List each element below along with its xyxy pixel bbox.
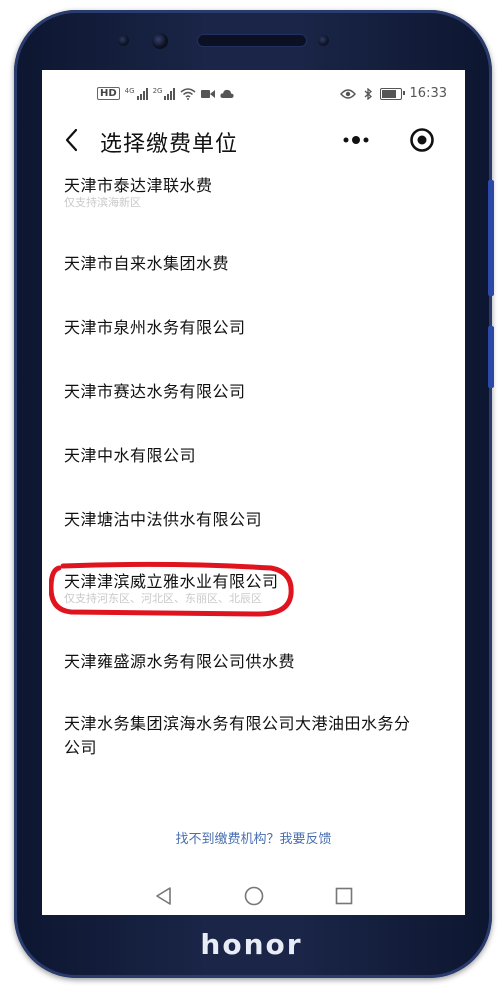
company-item[interactable]: 天津市泰达津联水费 仅支持滨海新区 <box>64 174 444 210</box>
company-name: 天津津滨威立雅水业有限公司 <box>64 572 279 591</box>
company-item[interactable]: 天津中水有限公司 <box>64 444 444 468</box>
status-bar: HD 4G 2G 16:33 <box>42 70 465 114</box>
company-item[interactable]: 天津水务集团滨海水务有限公司大港油田水务分公司 <box>64 712 414 760</box>
square-recents-icon <box>335 887 353 905</box>
signal-icon <box>136 87 148 100</box>
bluetooth-icon <box>364 87 372 100</box>
company-item[interactable]: 天津市泉州水务有限公司 <box>64 316 444 340</box>
system-recents-button[interactable] <box>332 884 356 908</box>
brand-logo: honor <box>200 928 303 961</box>
sensor-dot <box>118 35 129 46</box>
company-item-highlighted[interactable]: 天津津滨威立雅水业有限公司 仅支持河东区、河北区、东丽区、北辰区 <box>64 570 444 606</box>
volume-button <box>488 180 494 296</box>
more-dots-icon <box>343 136 369 144</box>
battery-icon <box>379 87 405 100</box>
network-type-label: 2G <box>152 87 163 95</box>
power-button <box>488 326 494 388</box>
nav-bar: 选择缴费单位 <box>42 116 465 164</box>
system-back-button[interactable] <box>152 884 176 908</box>
system-home-button[interactable] <box>242 884 266 908</box>
clock: 16:33 <box>409 86 447 101</box>
eye-icon <box>339 88 356 99</box>
company-note: 仅支持河东区、河北区、东丽区、北辰区 <box>64 592 262 605</box>
company-name: 天津市赛达水务有限公司 <box>64 382 246 401</box>
video-icon <box>201 89 216 98</box>
close-miniprogram-button[interactable] <box>408 126 436 154</box>
feedback-link[interactable]: 找不到缴费机构？我要反馈 <box>42 828 465 847</box>
screen: HD 4G 2G 16:33 选择缴费单位 天津市泰达津联水费 仅支持滨海新区 … <box>42 70 465 915</box>
triangle-back-icon <box>156 887 171 905</box>
network-type-label: 4G <box>124 87 135 95</box>
company-item[interactable]: 天津雍盛源水务有限公司供水费 <box>64 650 444 674</box>
front-camera <box>152 33 168 49</box>
company-name: 天津中水有限公司 <box>64 446 197 465</box>
page-title: 选择缴费单位 <box>100 132 239 157</box>
back-button[interactable] <box>60 126 84 154</box>
company-name: 天津水务集团滨海水务有限公司大港油田水务分公司 <box>64 714 411 757</box>
company-name: 天津塘沽中法供水有限公司 <box>64 510 263 529</box>
chevron-left-icon <box>65 128 78 152</box>
system-navigation-bar <box>42 878 465 914</box>
company-item[interactable]: 天津市自来水集团水费 <box>64 252 444 276</box>
company-note: 仅支持滨海新区 <box>64 196 141 209</box>
target-icon <box>410 128 434 152</box>
signal-icon <box>164 87 176 100</box>
hd-voice-icon: HD <box>97 87 120 100</box>
company-name: 天津市泉州水务有限公司 <box>64 318 246 337</box>
company-item[interactable]: 天津市赛达水务有限公司 <box>64 380 444 404</box>
company-item[interactable]: 天津塘沽中法供水有限公司 <box>64 508 444 532</box>
company-name: 天津市泰达津联水费 <box>64 176 213 195</box>
cloud-icon <box>220 89 235 98</box>
wifi-icon <box>180 87 196 100</box>
more-options-button[interactable] <box>340 130 372 150</box>
company-name: 天津雍盛源水务有限公司供水费 <box>64 652 296 671</box>
circle-home-icon <box>244 886 264 906</box>
sensor-dot <box>318 35 329 46</box>
earpiece-speaker <box>198 35 306 46</box>
company-name: 天津市自来水集团水费 <box>64 254 230 273</box>
